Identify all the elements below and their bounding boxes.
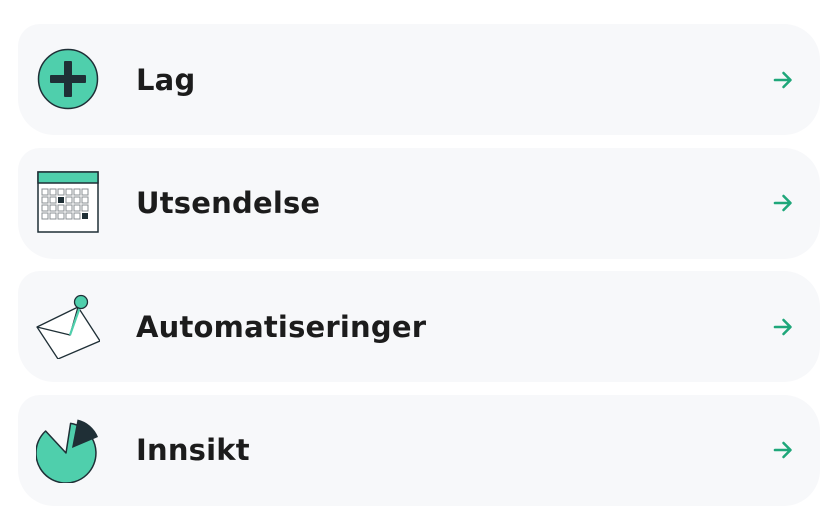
calendar-icon — [36, 170, 100, 236]
menu-item-label: Utsendelse — [136, 186, 321, 220]
envelope-icon — [36, 293, 100, 359]
pie-chart-icon — [36, 417, 100, 483]
arrow-right-icon — [772, 192, 794, 214]
arrow-right-icon — [772, 69, 794, 91]
plus-circle-icon — [36, 46, 100, 112]
menu-item-label: Lag — [136, 62, 196, 97]
menu-item-label: Automatiseringer — [136, 309, 427, 344]
arrow-right-icon — [772, 316, 794, 338]
menu-item-label: Innsikt — [136, 433, 250, 467]
menu-list: Lag Utsendelse Automatiseringer Innsikt — [18, 24, 820, 518]
menu-item-automatiseringer[interactable]: Automatiseringer — [18, 271, 820, 382]
arrow-right-icon — [772, 439, 794, 461]
menu-item-innsikt[interactable]: Innsikt — [18, 394, 820, 506]
menu-item-lag[interactable]: Lag — [18, 24, 820, 135]
menu-item-utsendelse[interactable]: Utsendelse — [18, 147, 820, 259]
